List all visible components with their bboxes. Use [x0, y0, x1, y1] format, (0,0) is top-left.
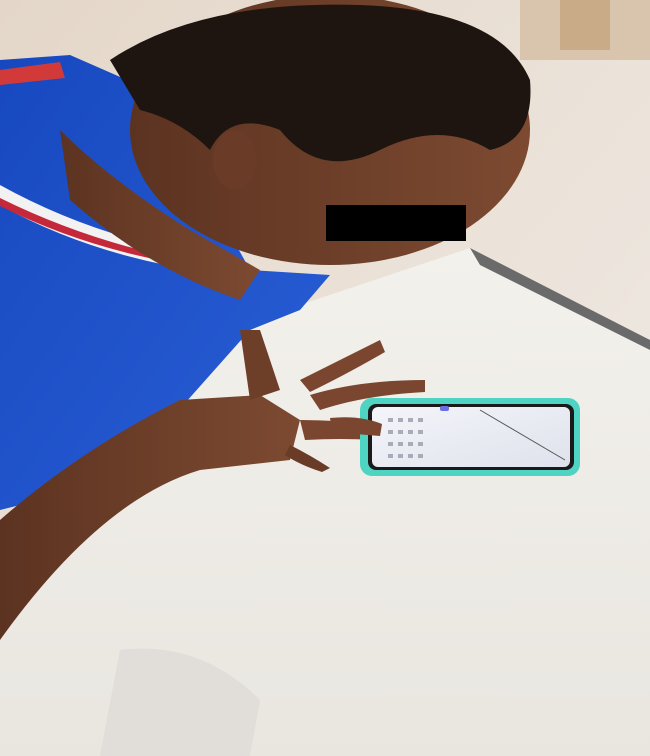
privacy-bar: [326, 205, 466, 241]
screen-highlight: [440, 406, 449, 411]
photo-frame: [0, 0, 650, 756]
photo-scene: [0, 0, 650, 756]
ear: [213, 130, 257, 190]
smartphone: [360, 398, 580, 476]
background-furniture: [560, 0, 610, 50]
